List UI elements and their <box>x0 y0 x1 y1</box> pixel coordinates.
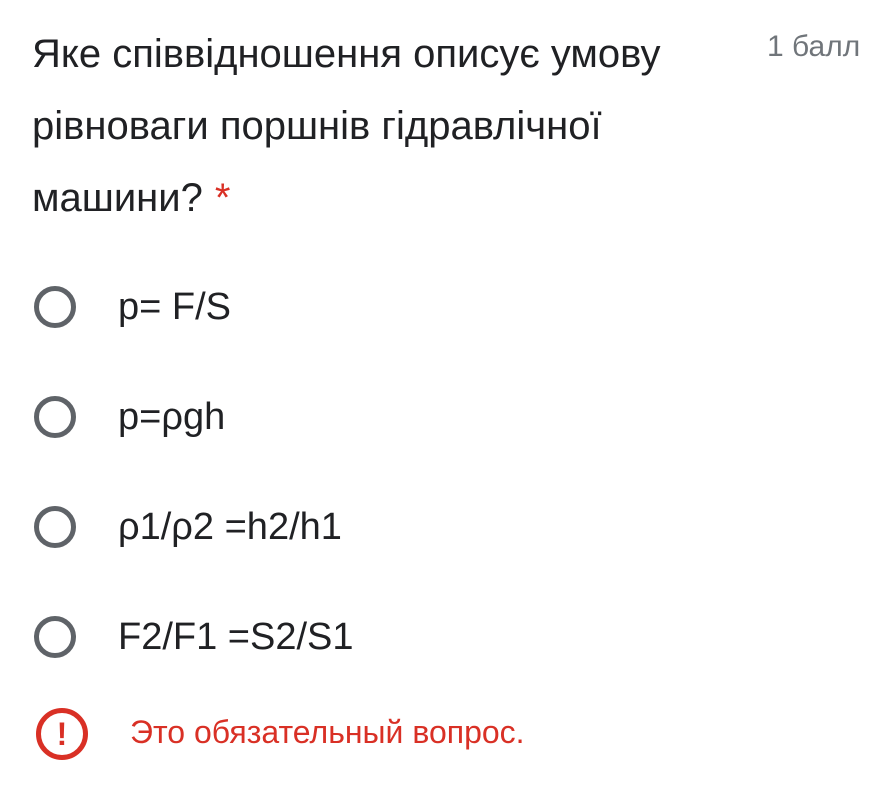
option-label: p=ρgh <box>118 396 226 438</box>
option-1[interactable]: p= F/S <box>0 256 890 356</box>
option-label: p= F/S <box>118 286 231 328</box>
error-message: Это обязательный вопрос. <box>130 714 525 750</box>
question-title: Яке співвідношення описує умову рівноваг… <box>32 18 752 234</box>
option-label: F2/F1 =S2/S1 <box>118 616 354 658</box>
option-3[interactable]: ρ1/ρ2 =h2/h1 <box>0 476 890 576</box>
question-card: Яке співвідношення описує умову рівноваг… <box>0 0 890 805</box>
option-label: ρ1/ρ2 =h2/h1 <box>118 506 342 548</box>
question-points: 1 балл <box>767 30 861 63</box>
radio-button[interactable] <box>34 506 76 548</box>
exclamation-circle-icon: ! <box>36 708 88 760</box>
option-2[interactable]: p=ρgh <box>0 366 890 466</box>
validation-error: ! Это обязательный вопрос. <box>0 700 890 764</box>
radio-button[interactable] <box>34 396 76 438</box>
option-4[interactable]: F2/F1 =S2/S1 <box>0 586 890 686</box>
required-asterisk: * <box>214 176 231 220</box>
radio-button[interactable] <box>34 286 76 328</box>
radio-button[interactable] <box>34 616 76 658</box>
question-text: Яке співвідношення описує умову рівноваг… <box>32 32 661 220</box>
